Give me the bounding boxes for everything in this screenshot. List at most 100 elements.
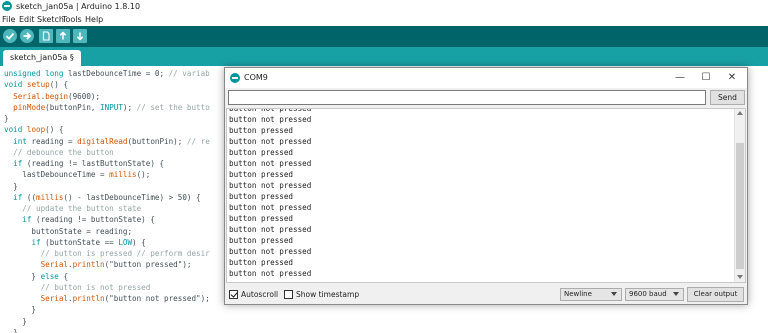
serial-output-line: button pressed: [229, 214, 294, 223]
verify-icon[interactable]: [3, 29, 17, 43]
chevron-down-icon: [611, 292, 617, 296]
serial-output-line: button pressed: [229, 236, 294, 245]
vertical-scrollbar[interactable]: [734, 109, 745, 282]
window-title: sketch_jan05a | Arduino 1.8.10: [16, 2, 141, 11]
code-token: Serial: [40, 294, 69, 303]
code-line: if (buttonState == LOW) {: [4, 237, 210, 248]
code-token: INPUT: [100, 102, 123, 112]
serial-output[interactable]: button not pressed button not pressed butt…: [226, 108, 746, 283]
line-ending-select[interactable]: Newline: [560, 288, 622, 301]
close-icon[interactable]: ✕: [719, 68, 745, 88]
serial-output-line: button pressed: [229, 148, 294, 157]
code-token: }: [4, 181, 18, 191]
code-line: // button is not pressed: [4, 282, 210, 293]
code-token: void: [4, 80, 23, 90]
autoscroll-label: Autoscroll: [241, 290, 279, 299]
code-token: (buttonState ==: [40, 237, 119, 247]
code-token: // button is pressed // perform desir: [40, 249, 210, 258]
timestamp-checkbox[interactable]: [284, 290, 293, 299]
code-line: lastDebounceTime = millis();: [4, 169, 210, 180]
tab-bar: sketch_jan05a §: [0, 47, 768, 66]
minimize-icon[interactable]: —: [667, 68, 693, 88]
code-token: }: [4, 316, 27, 326]
code-line: Serial.println("button not pressed");: [4, 293, 210, 304]
code-token: lastDebounceTime =: [4, 170, 110, 180]
code-token: loop: [26, 125, 46, 135]
code-token: // button is not pressed: [40, 282, 151, 292]
serial-output-line: button not pressed: [229, 181, 312, 190]
code-line: // button is pressed // perform desir: [4, 248, 210, 259]
code-token: // debounce the button: [13, 147, 114, 157]
menu-edit[interactable]: Edit: [19, 13, 35, 26]
scroll-up-icon[interactable]: [737, 111, 743, 115]
code-token: ();: [136, 170, 151, 180]
menu-tools[interactable]: Tools: [62, 13, 82, 26]
menu-file[interactable]: File: [2, 13, 15, 26]
code-token: ((: [22, 192, 37, 202]
code-token: LOW: [118, 237, 133, 247]
code-token: }: [4, 327, 18, 333]
code-line: int reading = digitalRead(buttonPin); //…: [4, 136, 210, 147]
send-button[interactable]: Send: [710, 90, 745, 105]
autoscroll-checkbox[interactable]: [229, 290, 238, 299]
code-token: ("button pressed");: [104, 260, 192, 270]
code-token: () {: [45, 125, 64, 135]
code-token: else: [40, 271, 59, 281]
code-token: // set the butto: [136, 102, 210, 112]
menu-help[interactable]: Help: [85, 13, 103, 26]
code-token: if: [13, 159, 23, 168]
save-icon[interactable]: [73, 29, 87, 43]
code-line: buttonState = reading;: [4, 226, 210, 237]
open-icon[interactable]: [56, 29, 70, 43]
maximize-icon[interactable]: ☐: [693, 68, 719, 88]
code-token: void: [4, 125, 23, 135]
serial-output-line: button not pressed: [229, 225, 312, 234]
scroll-down-icon[interactable]: [737, 275, 743, 279]
upload-icon[interactable]: [20, 29, 34, 43]
baud-rate-value: 9600 baud: [629, 290, 667, 298]
serial-send-input[interactable]: [228, 90, 706, 105]
serial-output-line: button not pressed: [229, 159, 312, 168]
menu-bar: File Edit Sketch Tools Help: [0, 13, 768, 26]
code-line: if (reading != lastButtonState) {: [4, 158, 210, 169]
code-token: );: [122, 102, 137, 112]
timestamp-label: Show timestamp: [296, 290, 360, 299]
arduino-logo-icon: [2, 1, 12, 11]
code-line: }: [4, 304, 210, 315]
menu-sketch[interactable]: Sketch: [37, 13, 64, 26]
code-line: if (reading != buttonState) {: [4, 214, 210, 225]
code-line: unsigned long lastDebounceTime = 0; // v…: [4, 68, 210, 79]
code-token: millis: [109, 170, 137, 180]
serial-output-line: button not pressed: [229, 137, 312, 146]
code-line: pinMode(buttonPin, INPUT); // set the bu…: [4, 102, 210, 113]
code-token: Serial: [13, 91, 41, 101]
code-line: Serial.begin(9600);: [4, 91, 210, 102]
code-token: }: [4, 271, 41, 281]
code-token: // update the button state: [22, 204, 142, 213]
code-line: }: [4, 327, 210, 333]
serial-output-line: button not pressed: [229, 269, 312, 278]
code-token: () - lastDebounceTime) > 50) {: [63, 192, 201, 202]
serial-title-bar: COM9 — ☐ ✕: [225, 68, 747, 88]
clear-output-button[interactable]: Clear output: [687, 287, 744, 302]
code-line: }: [4, 316, 210, 327]
baud-rate-select[interactable]: 9600 baud: [625, 288, 684, 301]
code-token: (9600);: [68, 91, 101, 101]
code-token: // re: [186, 136, 210, 146]
serial-title: COM9: [244, 73, 268, 82]
code-line: void setup() {: [4, 79, 210, 90]
serial-bottom-bar: Autoscroll Show timestamp Newline 9600 b…: [225, 285, 747, 304]
new-icon[interactable]: [39, 29, 53, 43]
serial-output-line: button pressed: [229, 258, 294, 267]
code-area[interactable]: unsigned long lastDebounceTime = 0; // v…: [4, 68, 210, 333]
code-line: }: [4, 181, 210, 192]
scrollbar-thumb[interactable]: [736, 143, 744, 269]
tab-sketch[interactable]: sketch_jan05a §: [3, 50, 81, 66]
code-line: void loop() {: [4, 124, 210, 135]
